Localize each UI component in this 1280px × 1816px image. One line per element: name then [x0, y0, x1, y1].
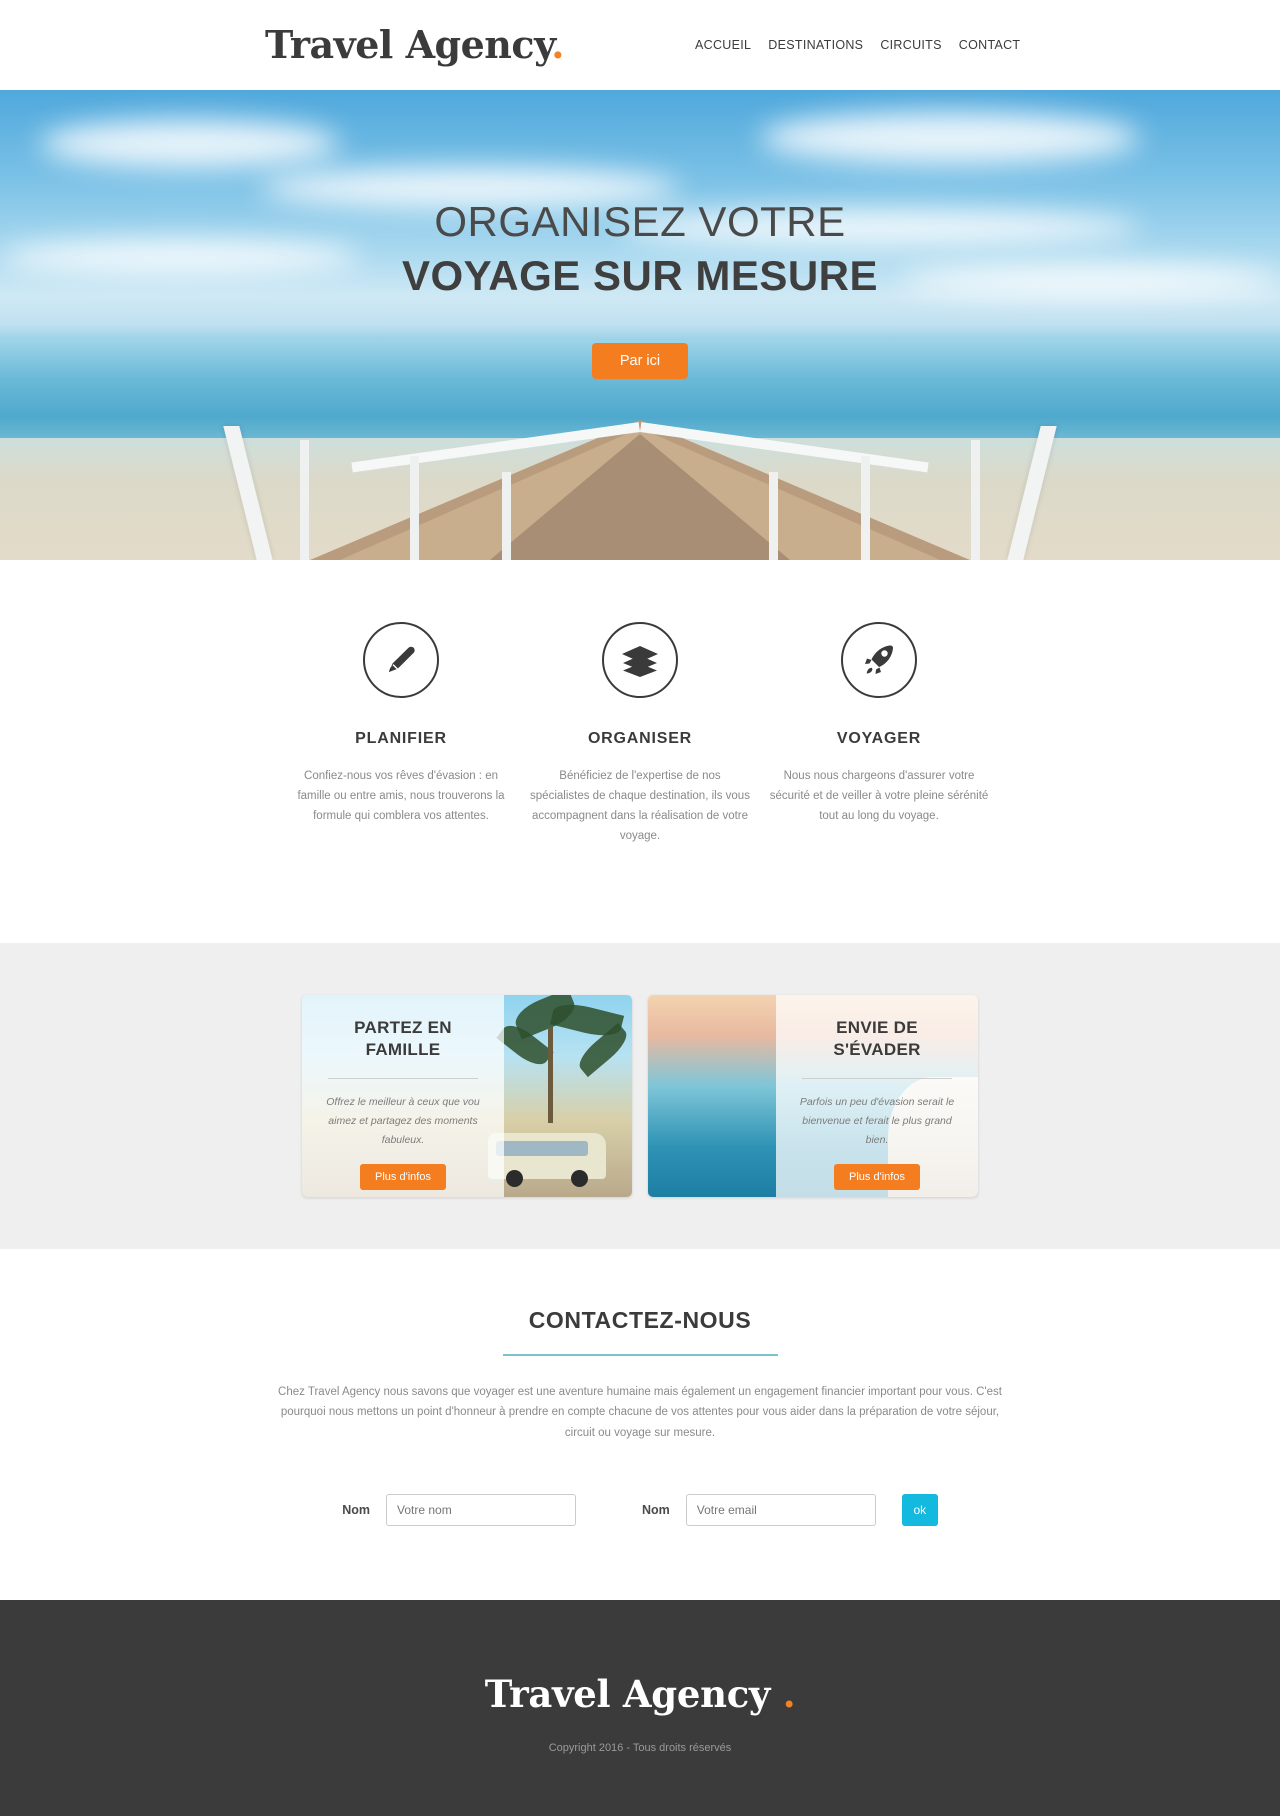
- card-more-info-button[interactable]: Plus d'infos: [360, 1164, 446, 1191]
- card-divider: [328, 1078, 478, 1080]
- name-input[interactable]: [386, 1493, 576, 1526]
- feature-title: VOYAGER: [836, 730, 922, 747]
- footer-logo-text: Travel Agency: [484, 1671, 771, 1716]
- pier-post: [971, 440, 980, 560]
- footer-logo-dot: .: [782, 1671, 796, 1716]
- site-logo[interactable]: Travel Agency.: [265, 22, 565, 67]
- contact-description: Chez Travel Agency nous savons que voyag…: [278, 1385, 1002, 1439]
- cloud-decoration: [760, 112, 1140, 164]
- feature-voyager: VOYAGER Nous nous chargeons d'assurer vo…: [768, 622, 990, 847]
- pier-rail-left: [223, 426, 273, 560]
- hero-banner: ORGANISEZ VOTRE VOYAGE SUR MESURE Par ic…: [0, 90, 1280, 560]
- contact-divider: [502, 1353, 778, 1356]
- hero-content: ORGANISEZ VOTRE VOYAGE SUR MESURE Par ic…: [0, 198, 1280, 379]
- promo-cards-section: PARTEZ EN FAMILLE Offrez le meilleur à c…: [0, 942, 1280, 1249]
- van-wheel: [571, 1169, 588, 1187]
- card-description: Parfois un peu d'évasion serait le bienv…: [799, 1096, 955, 1147]
- hero-cta-button[interactable]: Par ici: [591, 342, 689, 379]
- pier-post: [502, 472, 511, 560]
- hero-headline-line2: VOYAGE SUR MESURE: [401, 252, 879, 300]
- promo-card-famille[interactable]: PARTEZ EN FAMILLE Offrez le meilleur à c…: [302, 994, 632, 1197]
- van-illustration: [488, 1132, 606, 1187]
- promo-cards-list: PARTEZ EN FAMILLE Offrez le meilleur à c…: [302, 994, 978, 1197]
- site-footer: Travel Agency . Copyright 2016 - Tous dr…: [0, 1599, 1280, 1816]
- feature-description: Bénéficiez de l'expertise de nos spécial…: [530, 770, 750, 843]
- pier-post: [769, 472, 778, 560]
- site-header: Travel Agency. ACCUEIL DESTINATIONS CIRC…: [0, 0, 1280, 90]
- hero-headline-line1: ORGANISEZ VOTRE: [434, 198, 846, 245]
- email-input[interactable]: [685, 1493, 876, 1526]
- cloud-decoration: [40, 120, 340, 168]
- rocket-icon: [841, 622, 917, 698]
- email-field-label: Nom: [642, 1502, 670, 1517]
- card-more-info-button[interactable]: Plus d'infos: [834, 1164, 920, 1191]
- features-list: PLANIFIER Confiez-nous vos rêves d'évasi…: [290, 622, 990, 847]
- footer-logo: Travel Agency .: [0, 1672, 1280, 1716]
- card-content-panel: PARTEZ EN FAMILLE Offrez le meilleur à c…: [302, 994, 504, 1197]
- feature-organiser: ORGANISER Bénéficiez de l'expertise de n…: [529, 622, 751, 847]
- feature-planifier: PLANIFIER Confiez-nous vos rêves d'évasi…: [290, 622, 512, 847]
- feature-title: ORGANISER: [587, 730, 693, 747]
- feature-description: Confiez-nous vos rêves d'évasion : en fa…: [297, 770, 505, 823]
- pier-illustration: [50, 420, 1230, 560]
- van-wheel: [506, 1169, 523, 1187]
- contact-title: CONTACTEZ-NOUS: [528, 1306, 752, 1333]
- pencil-icon: [363, 622, 439, 698]
- name-field-label: Nom: [342, 1502, 370, 1517]
- card-title: PARTEZ EN FAMILLE: [354, 1017, 452, 1060]
- contact-section: CONTACTEZ-NOUS Chez Travel Agency nous s…: [0, 1248, 1280, 1600]
- feature-title: PLANIFIER: [355, 730, 447, 747]
- features-section: PLANIFIER Confiez-nous vos rêves d'évasi…: [0, 560, 1280, 943]
- pier-post: [861, 456, 870, 560]
- nav-item-accueil[interactable]: ACCUEIL: [695, 38, 751, 52]
- main-navigation: ACCUEIL DESTINATIONS CIRCUITS CONTACT: [695, 38, 1020, 52]
- card-description: Offrez le meilleur à ceux que vou aimez …: [326, 1096, 480, 1147]
- pier-shadow: [490, 434, 790, 560]
- pier-rail-right: [1007, 426, 1057, 560]
- feature-description: Nous nous chargeons d'assurer votre sécu…: [769, 770, 989, 823]
- copyright-text: Copyright 2016 - Tous droits réservés: [548, 1741, 732, 1754]
- card-content-panel: ENVIE DE S'ÉVADER Parfois un peu d'évasi…: [776, 994, 978, 1197]
- card-title: ENVIE DE S'ÉVADER: [833, 1017, 921, 1060]
- promo-card-evader[interactable]: ENVIE DE S'ÉVADER Parfois un peu d'évasi…: [648, 994, 978, 1197]
- van-window: [496, 1140, 588, 1156]
- pier-post: [300, 440, 309, 560]
- nav-item-contact[interactable]: CONTACT: [959, 38, 1021, 52]
- submit-button[interactable]: ok: [901, 1493, 938, 1526]
- page-root: Travel Agency. ACCUEIL DESTINATIONS CIRC…: [0, 0, 1280, 1816]
- layers-icon: [602, 622, 678, 698]
- logo-text: Travel Agency: [265, 22, 552, 67]
- nav-item-destinations[interactable]: DESTINATIONS: [768, 38, 863, 52]
- card-divider: [802, 1078, 952, 1080]
- logo-dot: .: [551, 22, 565, 67]
- nav-item-circuits[interactable]: CIRCUITS: [880, 38, 941, 52]
- pier-post: [410, 456, 419, 560]
- contact-form: Nom Nom ok: [0, 1493, 1280, 1526]
- palm-trunk: [548, 1026, 553, 1123]
